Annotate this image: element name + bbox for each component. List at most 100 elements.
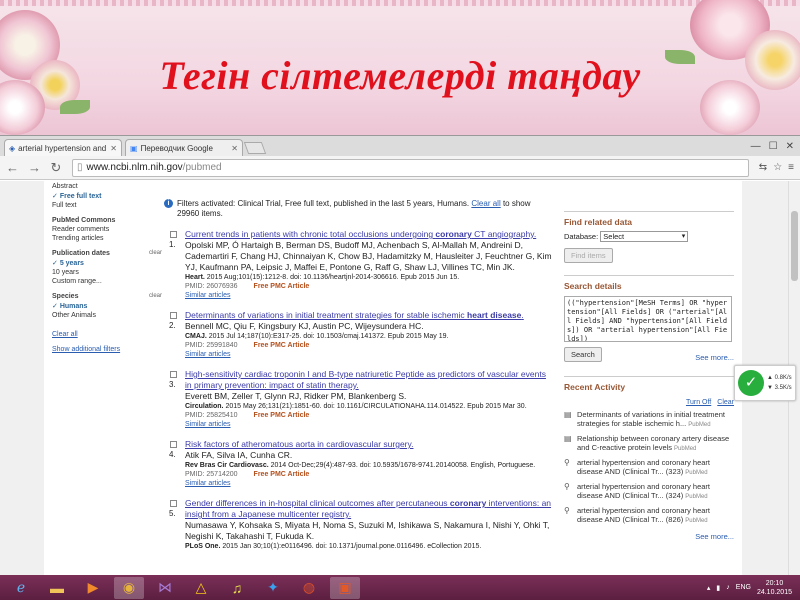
result-record: 5. Gender differences in in-hospital clin…: [164, 498, 554, 551]
result-title-link[interactable]: Gender differences in in-hospital clinic…: [185, 498, 554, 520]
search-row: Search See more...: [564, 347, 734, 362]
activity-item[interactable]: ▤ Relationship between coronary artery di…: [564, 434, 734, 454]
clear-all-link[interactable]: Clear all: [52, 331, 162, 338]
similar-articles-link[interactable]: Similar articles: [185, 350, 554, 359]
free-pmc-article-link[interactable]: Free PMC Article: [254, 412, 310, 419]
powerpoint-icon[interactable]: ▣: [330, 576, 360, 599]
filter-full-text[interactable]: Full text: [52, 202, 162, 209]
activity-item[interactable]: ⚲ arterial hypertension and coronary hear…: [564, 482, 734, 502]
search-details-textarea[interactable]: (("hypertension"[MeSH Terms] OR "hyperte…: [564, 296, 732, 342]
back-icon[interactable]: ←: [6, 160, 19, 175]
minimize-icon[interactable]: —: [751, 141, 761, 152]
title-text-end: .: [521, 310, 524, 320]
filter-free-full-text[interactable]: ✓ Free full text: [52, 192, 162, 200]
pubdates-clear-link[interactable]: clear: [149, 250, 162, 257]
result-title-link[interactable]: Current trends in patients with chronic …: [185, 229, 554, 240]
media-player-icon[interactable]: ▶: [78, 577, 108, 599]
volume-icon[interactable]: ♪: [726, 584, 730, 591]
clear-activity-link[interactable]: Clear: [717, 399, 734, 406]
close-window-icon[interactable]: ✕: [786, 141, 794, 152]
see-more-activity-link[interactable]: See more...: [564, 532, 734, 541]
translate-icon[interactable]: ⇆: [759, 162, 767, 173]
right-sidebar: Find related data Database: Select Find …: [564, 181, 734, 541]
tab-pubmed[interactable]: ◈ arterial hypertension and ✕: [4, 139, 122, 156]
filter-humans[interactable]: ✓ Humans: [52, 302, 162, 310]
scrollbar-thumb[interactable]: [791, 211, 798, 281]
result-checkbox[interactable]: [170, 441, 177, 448]
search-button[interactable]: Search: [564, 347, 602, 362]
chrome-icon[interactable]: ◉: [114, 576, 144, 599]
clear-all-filters-link[interactable]: Clear all: [471, 199, 500, 208]
windows-taskbar: ℯ ▬ ▶ ◉ ⋈ △ ♫ ✦ ◍ ▣ ▴ ▮ ♪ ENG 20:10 24.1…: [0, 575, 800, 600]
filter-custom-range[interactable]: Custom range...: [52, 278, 162, 285]
see-more-link[interactable]: See more...: [695, 353, 734, 362]
free-pmc-article-link[interactable]: Free PMC Article: [254, 471, 310, 478]
ie-icon[interactable]: ℯ: [6, 577, 36, 599]
network-icon[interactable]: ▮: [716, 584, 720, 592]
folder-icon[interactable]: ▬: [42, 577, 72, 599]
maximize-icon[interactable]: ☐: [769, 141, 778, 152]
show-additional-filters-link[interactable]: Show additional filters: [52, 346, 162, 353]
similar-articles-link[interactable]: Similar articles: [185, 291, 554, 300]
filter-10-years[interactable]: 10 years: [52, 269, 162, 276]
paw-icon[interactable]: ✦: [258, 577, 288, 599]
result-title-link[interactable]: Determinants of variations in initial tr…: [185, 310, 554, 321]
network-speed-widget[interactable]: ✓ ▲ 0.8K/s ▼ 3.5K/s: [734, 365, 796, 401]
journal-details: 2015 May 26;131(21):1851-60. doi: 10.116…: [223, 403, 527, 410]
search-details-box: Search details (("hypertension"[MeSH Ter…: [564, 275, 734, 362]
find-items-row: Find items: [564, 248, 734, 263]
filter-trending[interactable]: Trending articles: [52, 235, 162, 242]
result-checkbox[interactable]: [170, 312, 177, 319]
address-bar[interactable]: ▯ www.ncbi.nlm.nih.gov/pubmed: [72, 158, 749, 177]
filter-abstract[interactable]: Abstract: [52, 183, 162, 190]
similar-articles-link[interactable]: Similar articles: [185, 420, 554, 429]
visual-studio-icon[interactable]: ⋈: [150, 577, 180, 599]
daemon-tools-icon[interactable]: △: [186, 577, 216, 599]
music-icon[interactable]: ♫: [222, 577, 252, 599]
find-items-button[interactable]: Find items: [564, 248, 613, 263]
activity-text: Relationship between coronary artery dis…: [577, 434, 734, 454]
filters-activated-bar: i Filters activated: Clinical Trial, Fre…: [164, 199, 554, 219]
activity-item[interactable]: ▤ Determinants of variations in initial t…: [564, 410, 734, 430]
similar-articles-link[interactable]: Similar articles: [185, 479, 554, 488]
menu-icon[interactable]: ≡: [788, 162, 794, 173]
result-checkbox[interactable]: [170, 371, 177, 378]
result-journal: Heart. 2015 Aug;101(15):1212-8. doi: 10.…: [185, 273, 554, 282]
species-clear-link[interactable]: clear: [149, 293, 162, 300]
turn-off-link[interactable]: Turn Off: [686, 399, 711, 406]
app-icon[interactable]: ◍: [294, 577, 324, 599]
activity-text: Determinants of variations in initial tr…: [577, 410, 734, 430]
free-pmc-article-link[interactable]: Free PMC Article: [254, 283, 310, 290]
commons-heading: PubMed Commons: [52, 217, 162, 224]
clock[interactable]: 20:10 24.10.2015: [757, 579, 792, 597]
star-icon[interactable]: ☆: [773, 162, 782, 173]
result-checkbox[interactable]: [170, 500, 177, 507]
activity-item[interactable]: ⚲ arterial hypertension and coronary hear…: [564, 458, 734, 478]
document-icon: ▤: [564, 434, 572, 443]
filters-label: Filters activated:: [177, 199, 236, 208]
tab-translate[interactable]: ▣ Переводчик Google ✕: [125, 139, 243, 156]
filter-5-years[interactable]: ✓ 5 years: [52, 259, 162, 267]
result-record: 3. High-sensitivity cardiac troponin I an…: [164, 369, 554, 429]
heading-text: Species: [52, 293, 79, 300]
filter-other-animals[interactable]: Other Animals: [52, 312, 162, 319]
close-tab-icon[interactable]: ✕: [231, 144, 238, 153]
result-title-link[interactable]: Risk factors of atheromatous aorta in ca…: [185, 439, 554, 450]
new-tab-button[interactable]: [243, 142, 267, 154]
language-indicator[interactable]: ENG: [736, 584, 751, 591]
database-select[interactable]: Select: [600, 231, 689, 242]
free-pmc-article-link[interactable]: Free PMC Article: [254, 342, 310, 349]
close-tab-icon[interactable]: ✕: [110, 144, 117, 153]
forward-icon[interactable]: →: [28, 160, 41, 175]
result-title-link[interactable]: High-sensitivity cardiac troponin I and …: [185, 369, 554, 391]
filter-reader-comments[interactable]: Reader comments: [52, 226, 162, 233]
tray-arrow-icon[interactable]: ▴: [707, 584, 711, 592]
reload-icon[interactable]: ↻: [50, 160, 62, 176]
speed-readout: ▲ 0.8K/s ▼ 3.5K/s: [767, 373, 792, 393]
result-number: 4.: [169, 450, 176, 459]
activity-item[interactable]: ⚲ arterial hypertension and coronary hear…: [564, 506, 734, 526]
page-area: Abstract ✓ Free full text Full text PubM…: [0, 181, 800, 576]
result-checkbox[interactable]: [170, 231, 177, 238]
activity-text: arterial hypertension and coronary heart…: [577, 458, 734, 478]
clock-time: 20:10: [765, 579, 784, 587]
